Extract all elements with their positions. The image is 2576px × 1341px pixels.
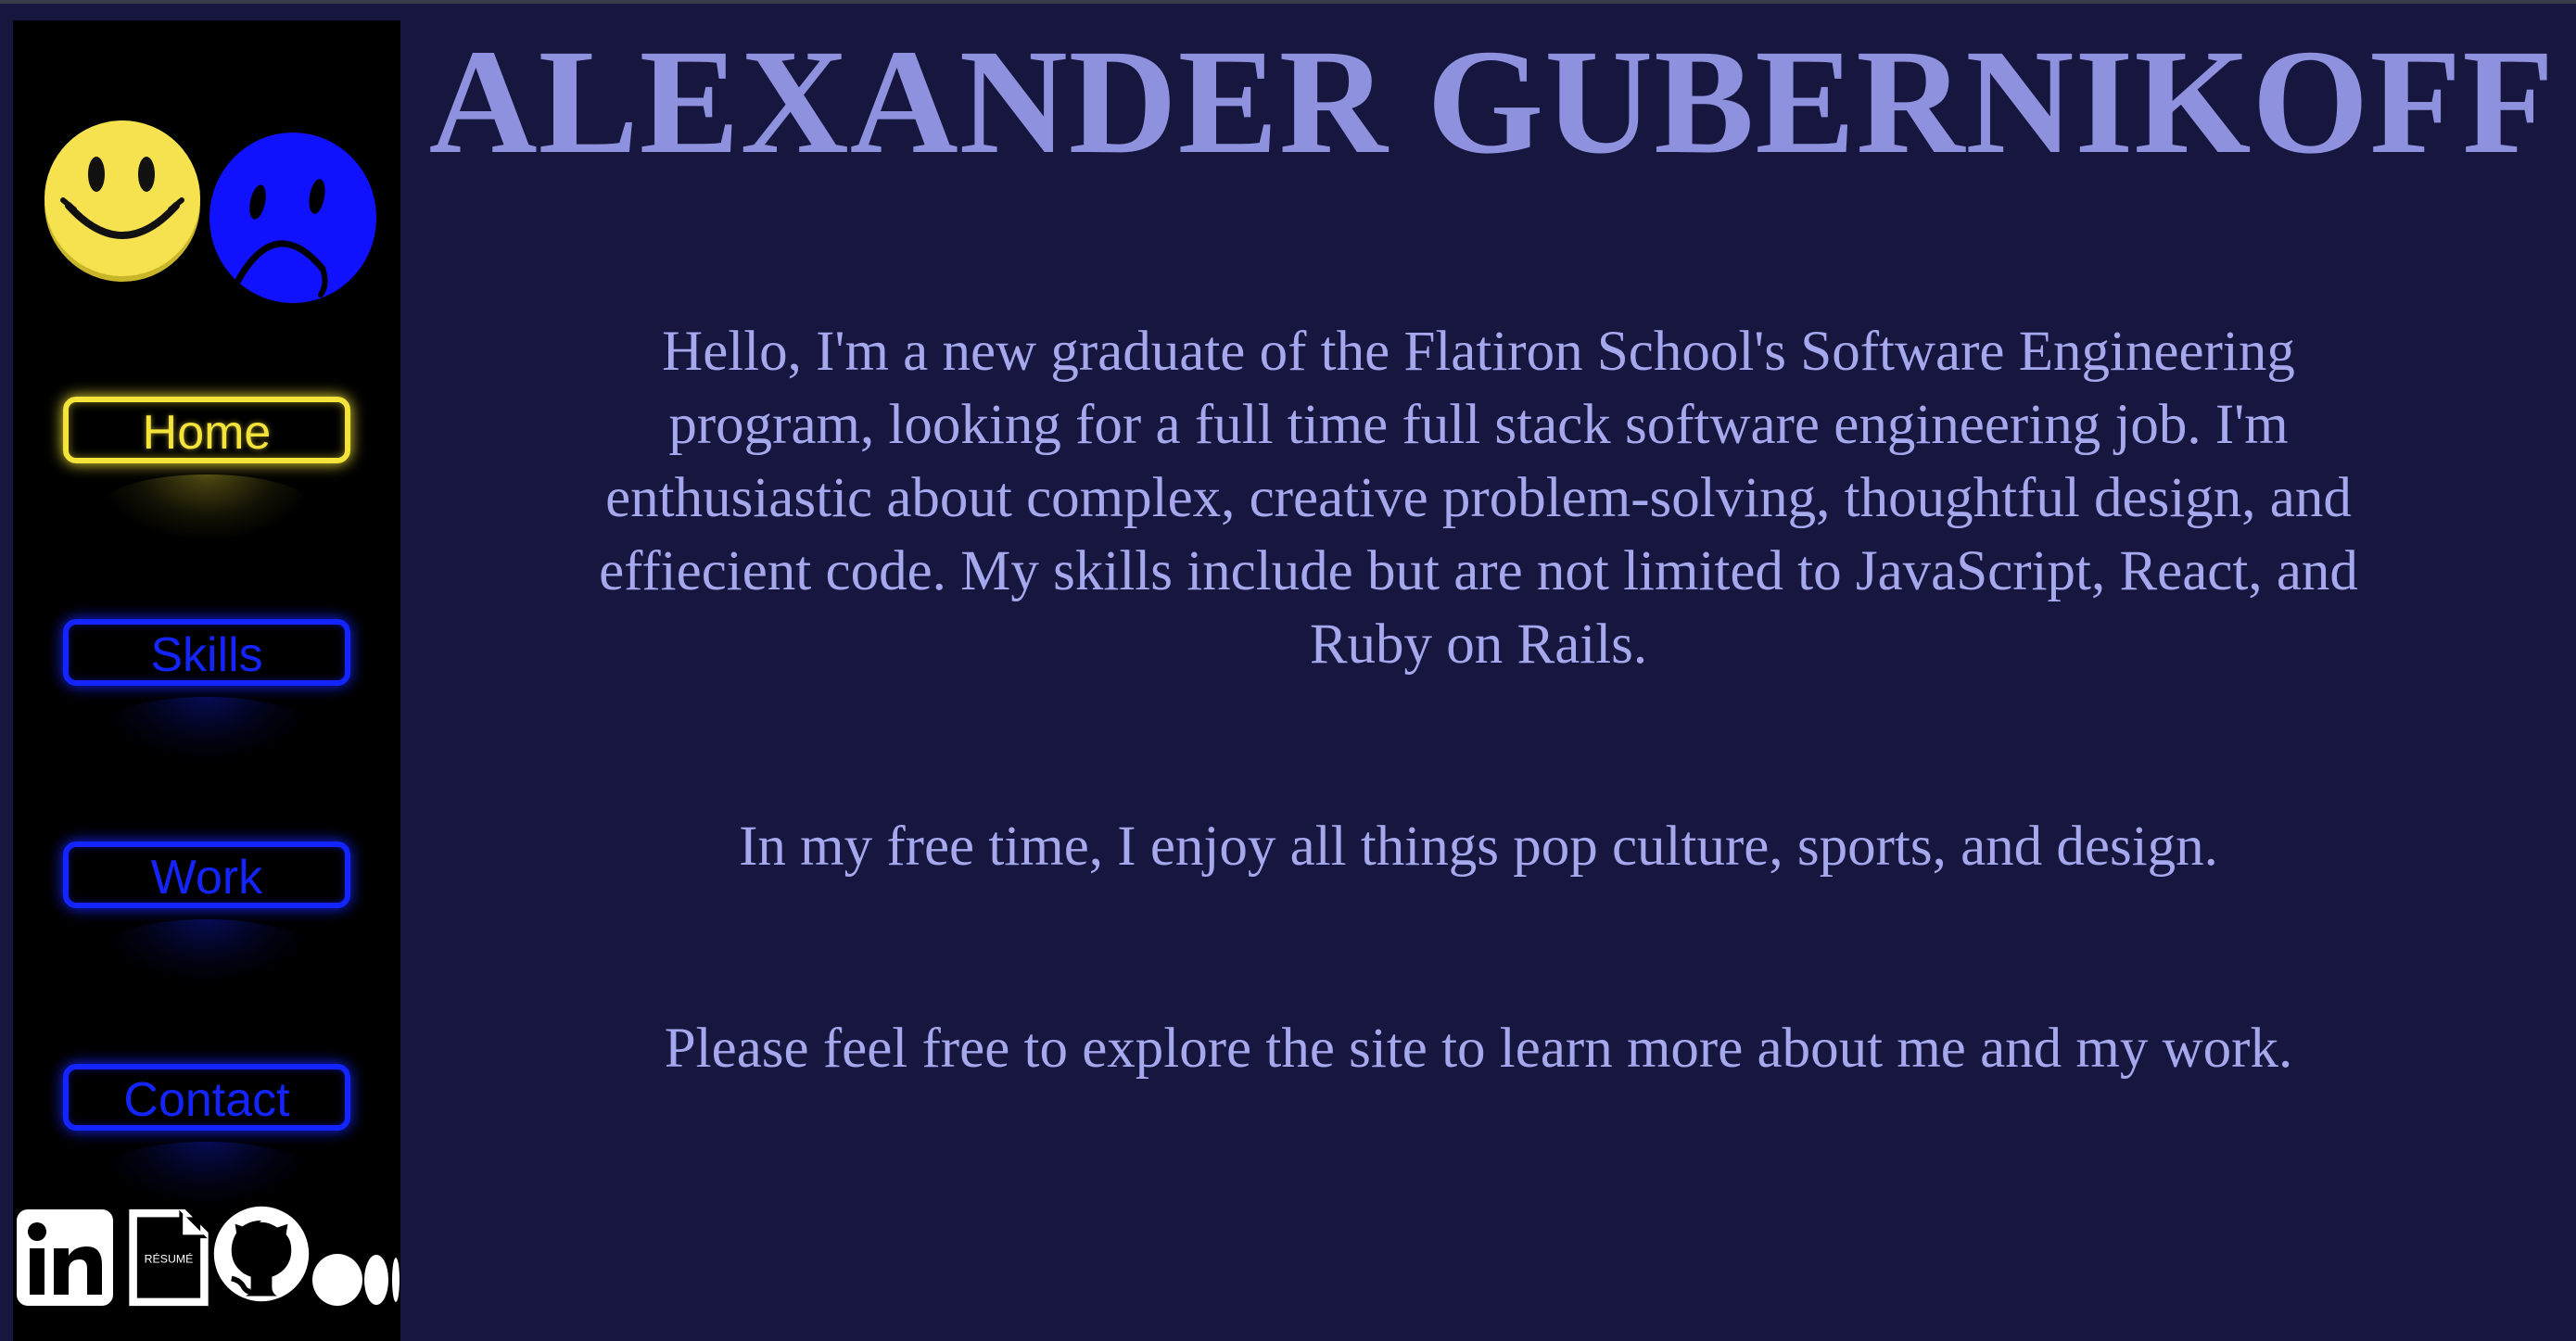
resume-label: RÉSUMÉ (145, 1252, 194, 1266)
window-top-border (0, 0, 2576, 4)
resume-icon[interactable]: RÉSUMÉ (124, 1207, 213, 1309)
nav-skills-button[interactable]: Skills (63, 619, 350, 686)
nav-home-reflection (100, 474, 313, 539)
page-title: ALEXANDER GUBERNIKOFF (428, 19, 2556, 185)
nav-skills-label: Skills (150, 628, 263, 682)
logo-group (13, 20, 400, 317)
hobbies-paragraph: In my free time, I enjoy all things pop … (739, 816, 2218, 878)
nav-contact-label: Contact (123, 1073, 290, 1127)
frowning-face-icon[interactable] (208, 130, 378, 306)
intro-paragraph: Hello, I'm a new graduate of the Flatiro… (599, 321, 2358, 676)
nav-work-label: Work (150, 851, 263, 905)
medium-icon[interactable] (311, 1229, 400, 1331)
nav-work-reflection (100, 919, 313, 984)
sidebar: Home Skills Work Contact RÉSUMÉ (13, 20, 400, 1341)
nav-contact-reflection (100, 1142, 313, 1207)
linkedin-icon[interactable] (15, 1207, 115, 1309)
nav-work-button[interactable]: Work (63, 841, 350, 908)
github-icon[interactable] (208, 1203, 315, 1305)
nav-home-label: Home (142, 406, 272, 460)
explore-paragraph: Please feel free to explore the site to … (664, 1018, 2293, 1080)
nav-home-button[interactable]: Home (63, 397, 350, 463)
nav-skills-reflection (100, 697, 313, 762)
smiley-face-icon[interactable] (39, 115, 206, 282)
nav-contact-button[interactable]: Contact (63, 1064, 350, 1131)
